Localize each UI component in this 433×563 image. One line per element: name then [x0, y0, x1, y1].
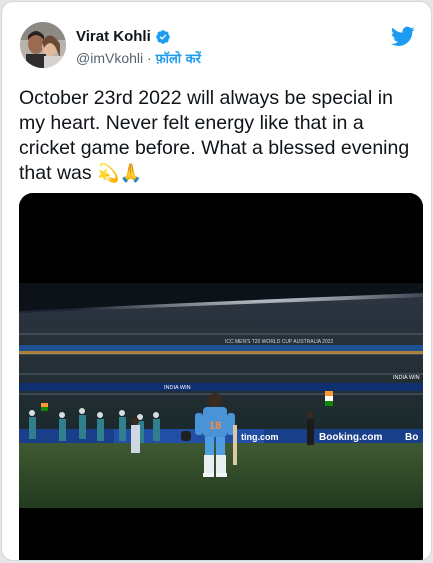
ribbon-right-text: INDIA WIN	[393, 375, 420, 381]
follow-button[interactable]: फ़ॉलो करें	[156, 52, 201, 67]
handle[interactable]: @imVkohli	[76, 50, 143, 66]
ad-board-short: Bo	[405, 432, 418, 443]
handle-row: @imVkohli · फ़ॉलो करें	[76, 49, 201, 67]
ribbon-left-text: INDIA WIN	[164, 385, 191, 391]
tweet-header: Virat Kohli @imVkohli · फ़ॉलो करें	[18, 16, 417, 72]
ad-board-text: ting.com	[241, 432, 279, 442]
jersey-number: 18	[209, 420, 221, 432]
display-name[interactable]: Virat Kohli	[76, 28, 151, 45]
user-names: Virat Kohli @imVkohli · फ़ॉलो करें	[76, 28, 201, 67]
tweet-photo[interactable]: ICC MEN'S T20 WORLD CUP AUSTRALIA 2022 I…	[19, 193, 423, 560]
separator: ·	[147, 50, 152, 66]
tweet-text: October 23rd 2022 will always be special…	[19, 86, 423, 186]
twitter-bird-icon[interactable]	[391, 24, 415, 48]
avatar[interactable]	[20, 22, 66, 68]
folded-hands-emoji-icon: 🙏	[119, 163, 142, 184]
stadium-photo: ICC MEN'S T20 WORLD CUP AUSTRALIA 2022 I…	[19, 193, 423, 560]
verified-badge-icon	[155, 29, 170, 44]
tweet-body: October 23rd 2022 will always be special…	[19, 87, 410, 184]
avatar-image	[20, 22, 66, 68]
display-name-row: Virat Kohli	[76, 28, 201, 45]
tweet-card[interactable]: Virat Kohli @imVkohli · फ़ॉलो करें Octob…	[1, 1, 432, 561]
dizzy-emoji-icon: 💫	[97, 163, 120, 184]
ad-board-booking: Booking.com	[319, 432, 382, 443]
banner-text: ICC MEN'S T20 WORLD CUP AUSTRALIA 2022	[225, 339, 334, 345]
